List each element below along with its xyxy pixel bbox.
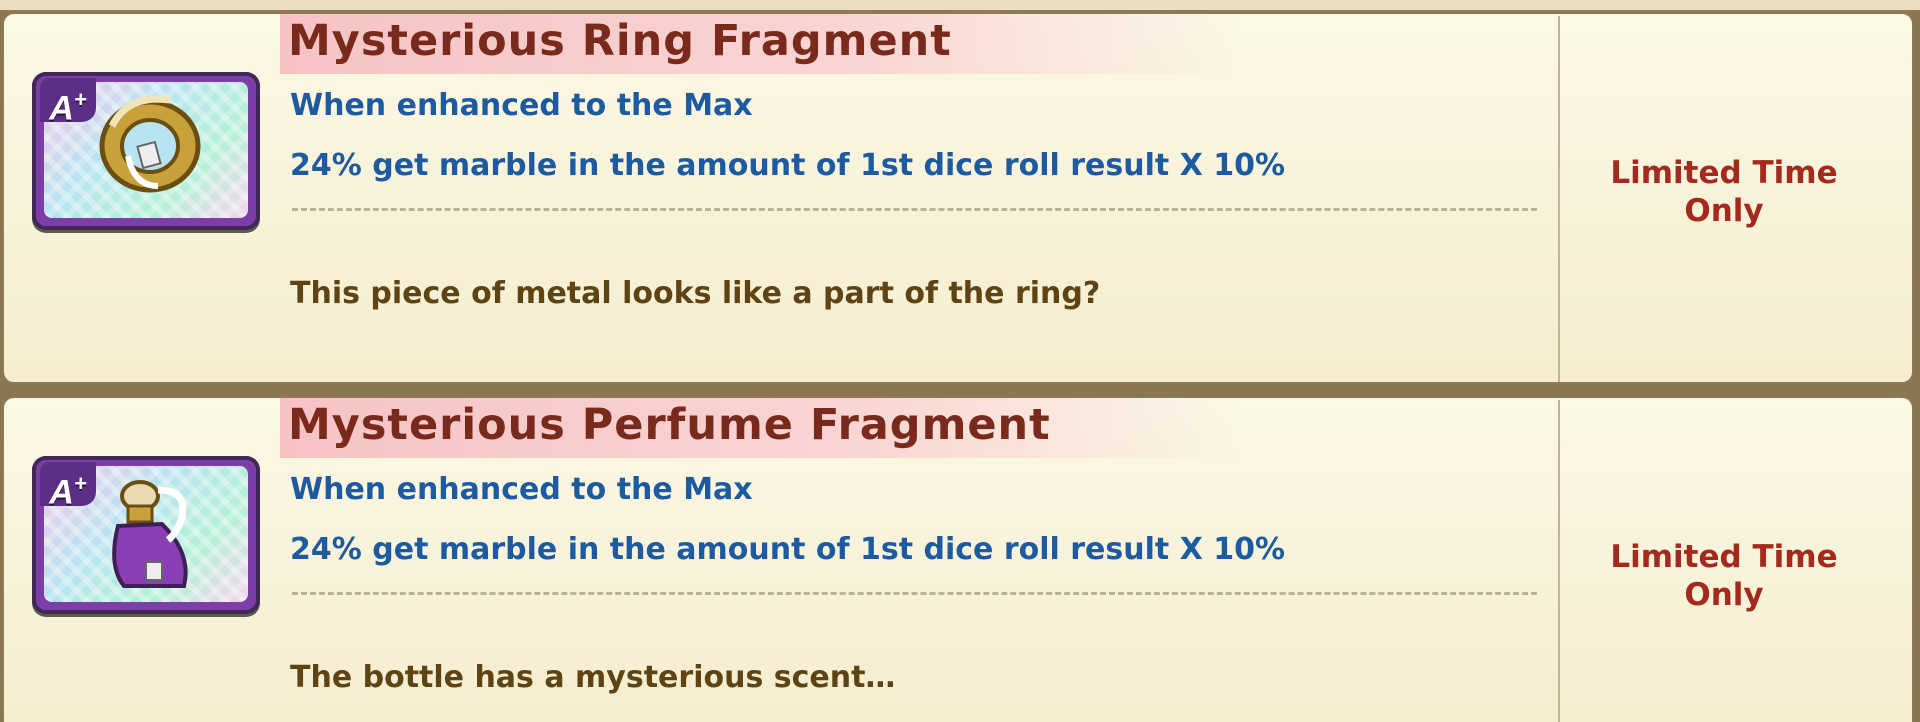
ring-fragment-icon: A+	[32, 72, 260, 230]
column-divider	[1558, 400, 1560, 722]
perfume-fragment-art	[112, 480, 188, 588]
item-title: Mysterious Ring Fragment	[288, 16, 952, 66]
column-divider	[1558, 16, 1560, 382]
item-card[interactable]: A+ Mysterious Perfume Fragment When enha…	[2, 396, 1914, 722]
availability-badge: Limited Time Only	[1574, 154, 1874, 230]
effect-text: 24% get marble in the amount of 1st dice…	[290, 148, 1286, 183]
availability-line: Limited Time	[1610, 539, 1838, 575]
item-title: Mysterious Perfume Fragment	[288, 400, 1051, 450]
dashed-divider	[292, 592, 1537, 595]
item-card[interactable]: A+ Mysterious Ring Fragment When enhance…	[2, 12, 1914, 384]
effect-text: 24% get marble in the amount of 1st dice…	[290, 532, 1286, 567]
enhance-label: When enhanced to the Max	[290, 472, 753, 507]
enhance-label: When enhanced to the Max	[290, 88, 753, 123]
availability-badge: Limited Time Only	[1574, 538, 1874, 614]
availability-line: Limited Time	[1610, 155, 1838, 191]
availability-line: Only	[1684, 577, 1764, 613]
availability-line: Only	[1684, 193, 1764, 229]
item-description: This piece of metal looks like a part of…	[290, 276, 1101, 311]
dashed-divider	[292, 208, 1537, 211]
perfume-fragment-icon: A+	[32, 456, 260, 614]
item-description: The bottle has a mysterious scent…	[290, 660, 896, 695]
ring-fragment-art	[99, 95, 201, 193]
